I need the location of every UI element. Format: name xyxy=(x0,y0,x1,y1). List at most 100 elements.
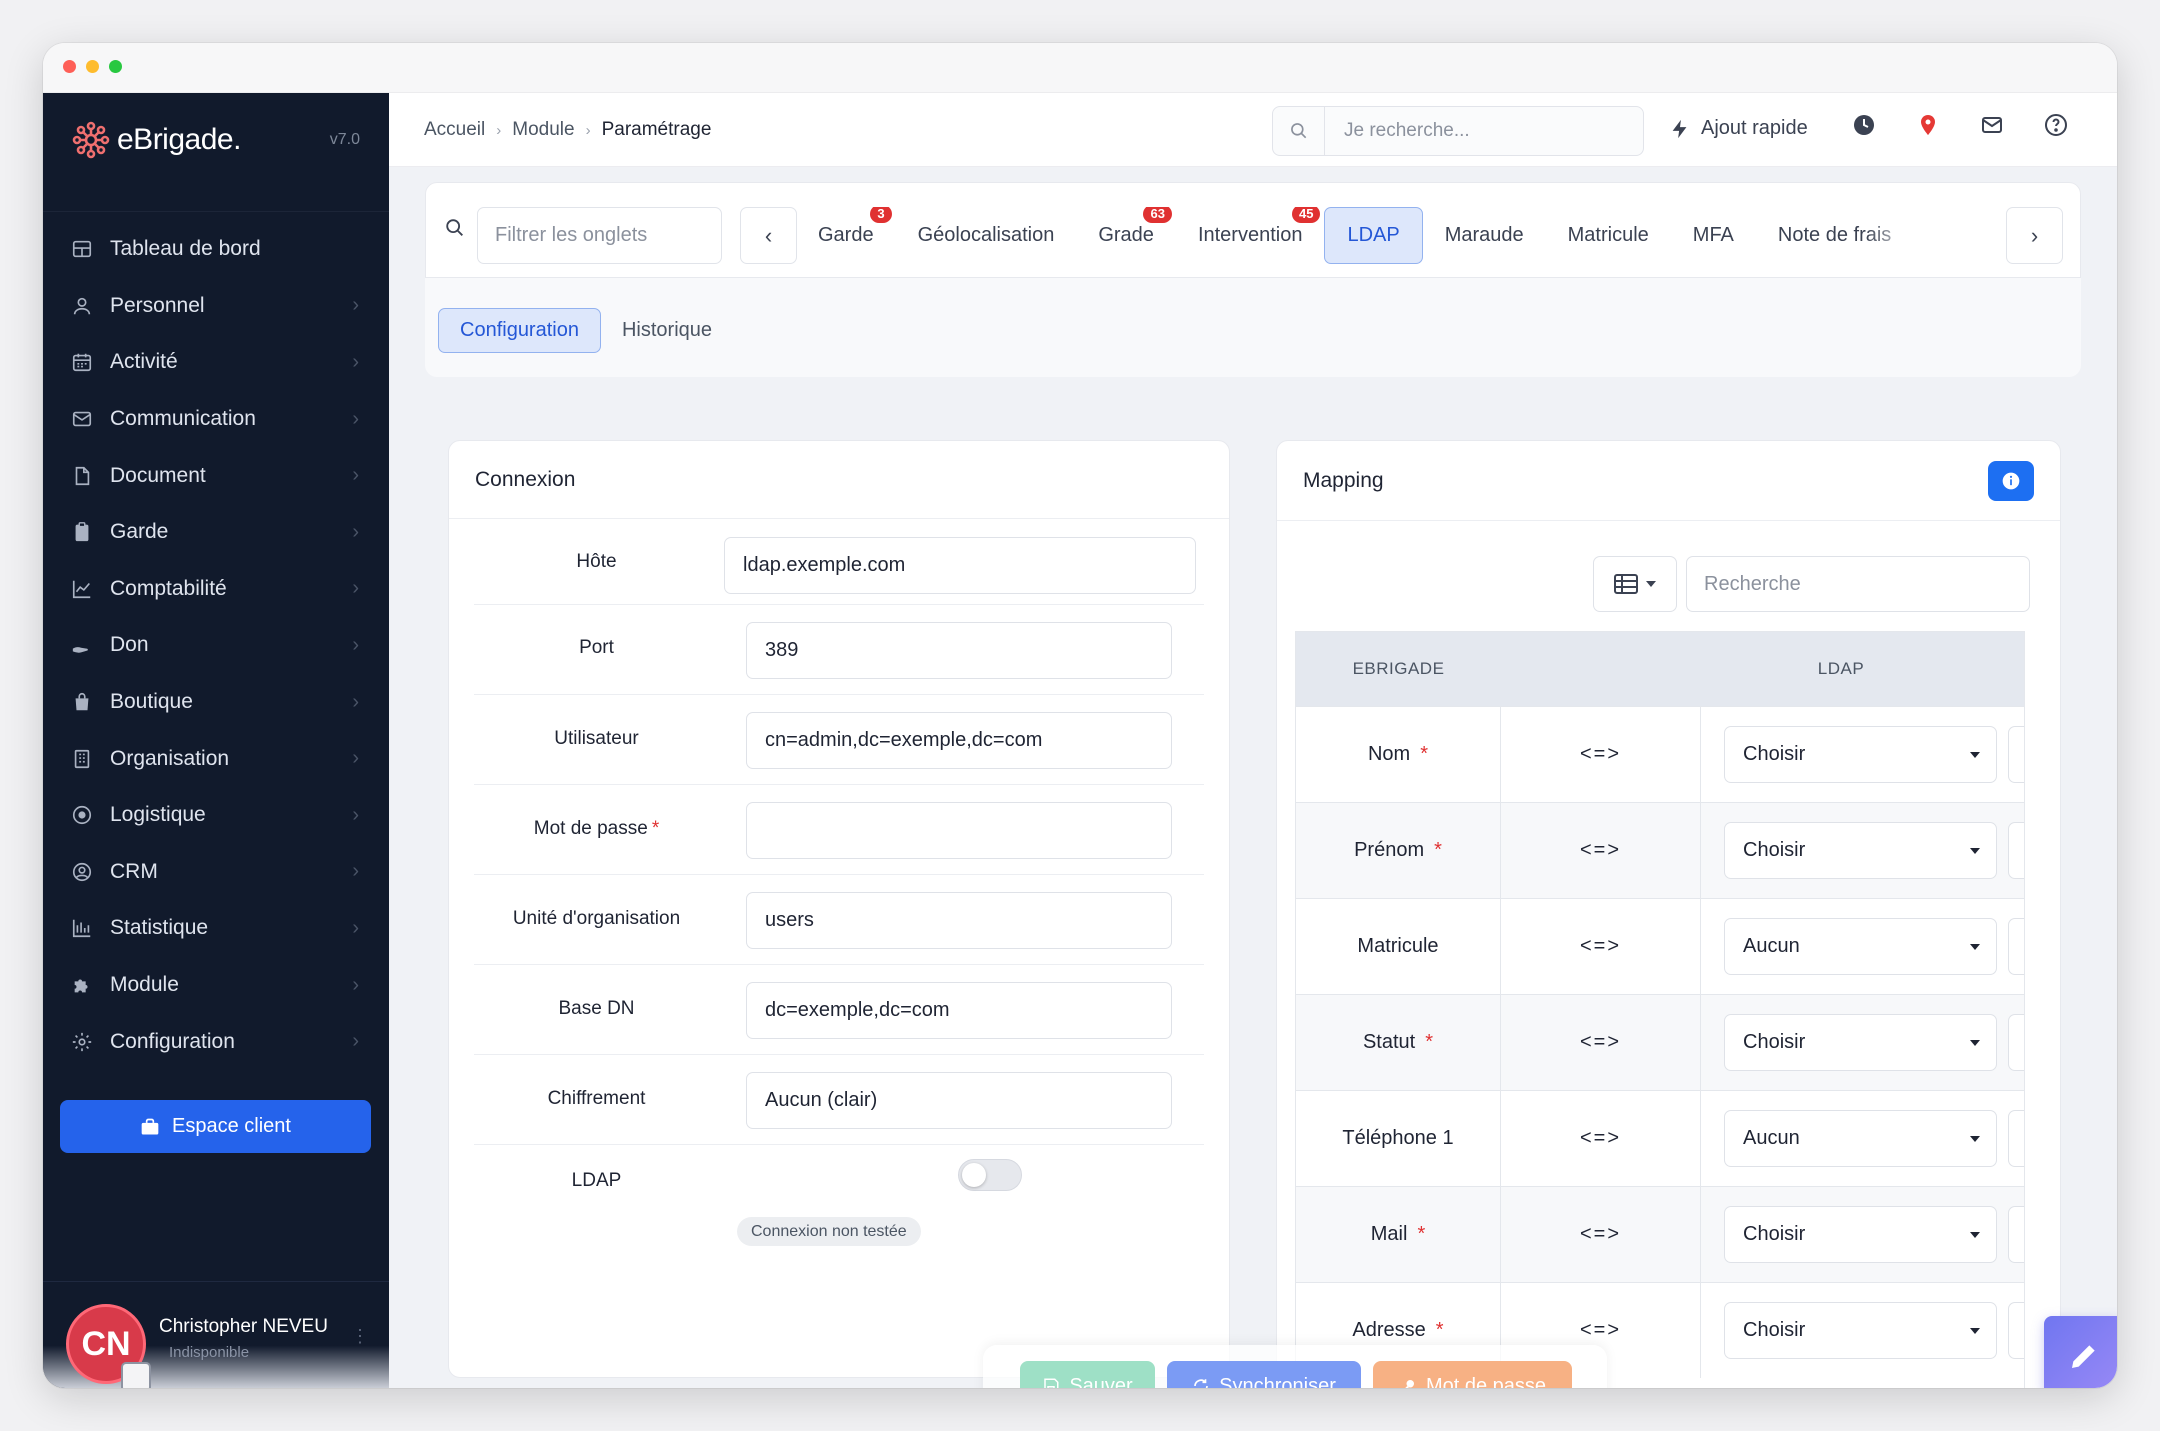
ldap-attribute-select[interactable]: Choisir xyxy=(1724,1206,1997,1263)
location-pin-icon[interactable] xyxy=(1916,113,1940,137)
user-input[interactable]: cn=admin,dc=exemple,dc=com xyxy=(746,712,1172,769)
mapping-extra-field[interactable] xyxy=(2008,1206,2024,1263)
info-button[interactable] xyxy=(1988,461,2034,501)
tab-ldap[interactable]: LDAP xyxy=(1324,207,1423,264)
sidebar-item-communication[interactable]: Communication › xyxy=(43,391,389,448)
tab-mfa[interactable]: MFA xyxy=(1671,207,1756,264)
app-window: eBrigade. v7.0 Tableau de bord Personnel… xyxy=(43,43,2117,1388)
select-value: Choisir xyxy=(1743,743,1806,765)
subtab-configuration[interactable]: Configuration xyxy=(438,308,601,353)
save-button[interactable]: Sauver xyxy=(1020,1361,1155,1388)
tab-filter-input[interactable]: Filtrer les onglets xyxy=(477,207,722,264)
tab-grade[interactable]: Grade 63 xyxy=(1076,207,1176,264)
ou-input[interactable]: users xyxy=(746,892,1172,949)
tab-garde[interactable]: Garde 3 xyxy=(796,207,896,264)
ldap-attribute-select[interactable]: Choisir xyxy=(1724,1302,1997,1359)
form-row-mot-de-passe: Mot de passe * xyxy=(474,785,1204,875)
window-close-button[interactable] xyxy=(63,60,76,73)
connexion-title: Connexion xyxy=(449,441,1229,519)
chevron-right-icon: › xyxy=(352,464,359,487)
mapping-table: EBRIGADE LDAP Nom * <=> Choisir Prénom * <=> Ch… xyxy=(1295,631,2025,1388)
sidebar-item-logistique[interactable]: Logistique › xyxy=(43,787,389,844)
port-input[interactable]: 389 xyxy=(746,622,1172,679)
mapping-arrow: <=> xyxy=(1501,1187,1701,1282)
sidebar-item-boutique[interactable]: Boutique › xyxy=(43,674,389,731)
app-logo[interactable]: eBrigade. xyxy=(71,117,241,163)
more-vertical-icon[interactable]: ⋮ xyxy=(351,1326,369,1347)
subtab-historique[interactable]: Historique xyxy=(601,308,733,353)
tab-geolocalisation[interactable]: Géolocalisation xyxy=(896,207,1077,264)
mapping-extra-field[interactable] xyxy=(2008,1014,2024,1071)
table-row: Statut * <=> Choisir xyxy=(1296,994,2024,1090)
key-icon xyxy=(1405,1380,1414,1388)
base-dn-input[interactable]: dc=exemple,dc=com xyxy=(746,982,1172,1039)
sidebar-item-organisation[interactable]: Organisation › xyxy=(43,730,389,787)
synchronize-label: Synchroniser xyxy=(1219,1374,1336,1389)
password-input[interactable] xyxy=(746,802,1172,859)
tabs-scroll-left-button[interactable]: ‹ xyxy=(740,207,797,264)
mapping-search-placeholder: Recherche xyxy=(1704,572,1801,595)
dashboard-icon xyxy=(72,241,92,258)
ldap-attribute-select[interactable]: Aucun xyxy=(1724,918,1997,975)
help-icon[interactable] xyxy=(2044,113,2068,137)
ldap-attribute-select[interactable]: Choisir xyxy=(1724,1014,1997,1071)
breadcrumb-item-module[interactable]: Module xyxy=(512,119,574,141)
tab-filter-placeholder: Filtrer les onglets xyxy=(495,224,648,246)
chart-line-icon xyxy=(72,580,91,598)
mapping-search-input[interactable]: Recherche xyxy=(1686,556,2030,612)
synchronize-button[interactable]: Synchroniser xyxy=(1167,1361,1361,1388)
mapping-field-label: Nom xyxy=(1367,743,1411,765)
mapping-extra-field[interactable] xyxy=(2008,726,2024,783)
sidebar-item-label: Communication xyxy=(110,407,256,431)
espace-client-button[interactable]: Espace client xyxy=(60,1100,371,1153)
user-profile[interactable]: CN Christopher NEVEU Indisponible ⋮ xyxy=(43,1281,389,1388)
person-icon xyxy=(73,297,91,315)
field-label: LDAP xyxy=(571,1170,622,1191)
mapping-extra-field[interactable] xyxy=(2008,1302,2024,1359)
mapping-extra-field[interactable] xyxy=(2008,918,2024,975)
mapping-title: Mapping xyxy=(1277,441,2060,521)
mapping-extra-field[interactable] xyxy=(2008,822,2024,879)
sidebar-item-document[interactable]: Document › xyxy=(43,447,389,504)
ldap-toggle[interactable] xyxy=(958,1159,1022,1191)
sidebar-item-comptabilite[interactable]: Comptabilité › xyxy=(43,561,389,618)
table-view-dropdown[interactable] xyxy=(1593,556,1677,612)
sidebar-item-label: Personnel xyxy=(110,293,205,317)
chevron-right-icon: › xyxy=(352,747,359,770)
sidebar-item-configuration[interactable]: Configuration › xyxy=(43,1013,389,1070)
sidebar-item-crm[interactable]: CRM › xyxy=(43,844,389,901)
breadcrumb-item-accueil[interactable]: Accueil xyxy=(424,119,485,141)
sidebar-item-label: Activité xyxy=(110,350,178,374)
sidebar-item-module[interactable]: Module › xyxy=(43,957,389,1014)
host-input[interactable]: ldap.exemple.com xyxy=(724,537,1196,594)
tabs-scroll-right-button[interactable]: › xyxy=(2006,207,2063,264)
table-row: Nom * <=> Choisir xyxy=(1296,706,2024,802)
clock-icon[interactable] xyxy=(1852,113,1876,137)
sidebar-item-garde[interactable]: Garde › xyxy=(43,504,389,561)
tab-matricule[interactable]: Matricule xyxy=(1546,207,1671,264)
sidebar-item-tableau-de-bord[interactable]: Tableau de bord xyxy=(43,221,389,278)
encryption-select[interactable]: Aucun (clair) xyxy=(746,1072,1172,1129)
mail-icon[interactable] xyxy=(1980,113,2004,137)
window-minimize-button[interactable] xyxy=(86,60,99,73)
tab-maraude[interactable]: Maraude xyxy=(1423,207,1546,264)
password-button[interactable]: Mot de passe xyxy=(1373,1361,1572,1388)
window-maximize-button[interactable] xyxy=(109,60,122,73)
ldap-attribute-select[interactable]: Aucun xyxy=(1724,1110,1997,1167)
sidebar-item-don[interactable]: Don › xyxy=(43,617,389,674)
edit-fab-button[interactable] xyxy=(2044,1316,2117,1388)
form-row-chiffrement: Chiffrement Aucun (clair) xyxy=(474,1055,1204,1145)
mapping-extra-field[interactable] xyxy=(2008,1110,2024,1167)
field-label: Base DN xyxy=(558,998,635,1019)
caret-down-icon xyxy=(1970,1328,1980,1334)
quick-add-button[interactable]: Ajout rapide xyxy=(1669,117,1808,140)
tab-intervention[interactable]: Intervention 45 xyxy=(1176,207,1325,264)
global-search-input[interactable]: Je recherche... xyxy=(1272,106,1644,156)
ldap-attribute-select[interactable]: Choisir xyxy=(1724,822,1997,879)
ldap-attribute-select[interactable]: Choisir xyxy=(1724,726,1997,783)
mapping-field-name: Téléphone 1 xyxy=(1296,1091,1501,1186)
sidebar-item-personnel[interactable]: Personnel › xyxy=(43,278,389,335)
sidebar-item-label: Statistique xyxy=(110,916,209,940)
sidebar-item-activite[interactable]: Activité › xyxy=(43,334,389,391)
sidebar-item-statistique[interactable]: Statistique › xyxy=(43,900,389,957)
